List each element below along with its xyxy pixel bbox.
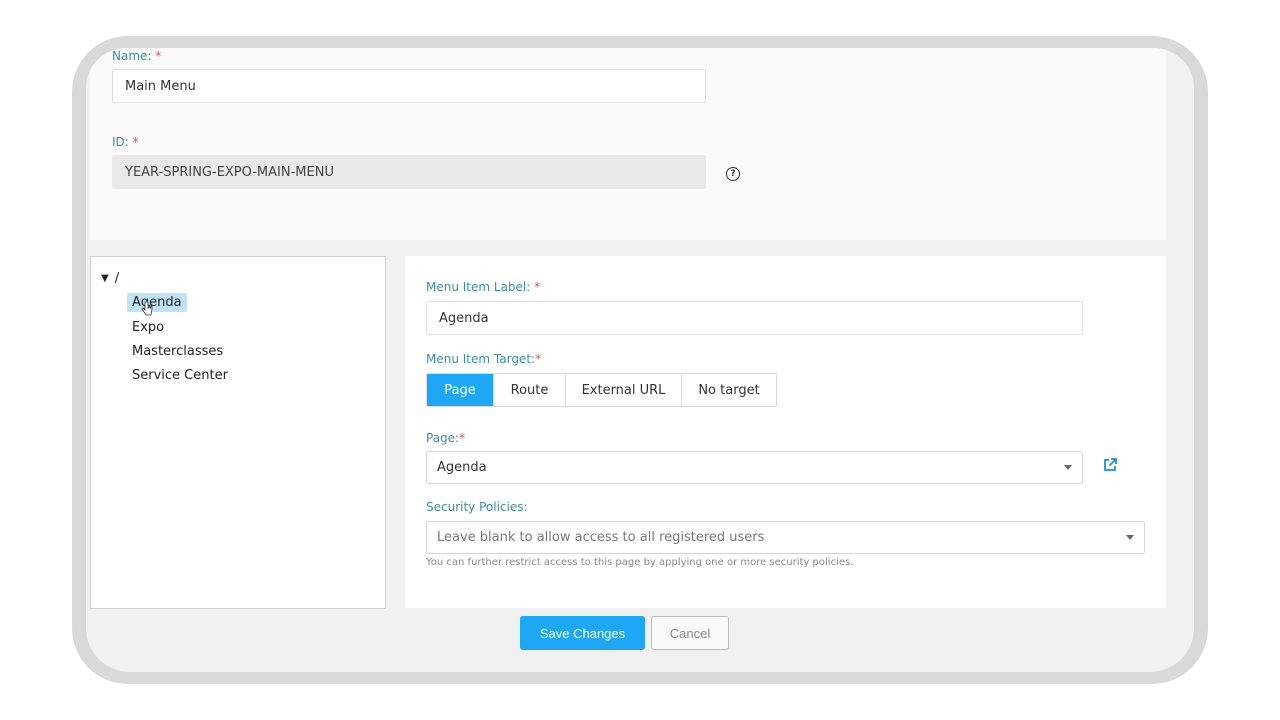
id-input-value: YEAR-SPRING-EXPO-MAIN-MENU — [125, 164, 334, 180]
name-label: Name: * — [112, 49, 161, 63]
security-policies-select[interactable]: Leave blank to allow access to all regis… — [426, 521, 1145, 554]
target-segmented-control: Page Route External URL No target — [426, 373, 777, 407]
target-option-route[interactable]: Route — [494, 374, 566, 406]
menu-item-detail-panel: Menu Item Label: * Agenda Menu Item Targ… — [405, 256, 1166, 608]
menu-item-label-label: Menu Item Label: * — [426, 280, 540, 294]
security-policies-label-text: Security Policies: — [426, 500, 528, 514]
help-icon-glyph: ? — [730, 169, 736, 179]
required-marker: * — [132, 135, 139, 149]
target-option-page[interactable]: Page — [427, 374, 494, 406]
target-option-label: Route — [510, 382, 549, 398]
id-label: ID: * — [112, 135, 139, 149]
required-marker: * — [155, 49, 162, 63]
save-changes-button[interactable]: Save Changes — [520, 616, 645, 650]
tree-item-label: Service Center — [132, 368, 228, 383]
tree-item-label: Agenda — [132, 295, 182, 310]
target-option-no-target[interactable]: No target — [682, 374, 776, 406]
target-option-label: External URL — [581, 382, 666, 398]
tree-root[interactable]: ▼ / — [101, 271, 119, 286]
tree-item-label: Masterclasses — [132, 344, 224, 359]
required-marker: * — [534, 280, 541, 294]
tree-item-masterclasses[interactable]: Masterclasses — [127, 342, 228, 361]
tree-item-expo[interactable]: Expo — [127, 318, 169, 337]
chevron-down-icon — [1064, 465, 1072, 470]
hand-cursor-icon — [141, 301, 153, 316]
app-screen: Name: * Main Menu ID: * YEAR-SPRING-EXPO… — [86, 48, 1194, 672]
menu-item-label-value: Agenda — [439, 310, 489, 326]
id-label-text: ID: — [112, 135, 129, 149]
target-option-external-url[interactable]: External URL — [566, 374, 682, 406]
tree-item-agenda[interactable]: Agenda — [127, 293, 187, 312]
cancel-button[interactable]: Cancel — [651, 616, 729, 650]
caret-down-icon[interactable]: ▼ — [101, 273, 109, 284]
page-select-value: Agenda — [437, 460, 487, 475]
help-icon[interactable]: ? — [726, 167, 740, 181]
target-option-label: Page — [444, 382, 476, 398]
tree-item-service-center[interactable]: Service Center — [127, 366, 233, 385]
target-option-label: No target — [698, 382, 760, 398]
chevron-down-icon — [1126, 535, 1134, 540]
required-marker: * — [459, 431, 466, 445]
menu-tree-panel: ▼ / Agenda Expo Masterclasses Service Ce… — [90, 256, 386, 609]
menu-item-target-text: Menu Item Target: — [426, 352, 536, 366]
page-select[interactable]: Agenda — [426, 451, 1083, 484]
menu-properties-panel: Name: * Main Menu ID: * YEAR-SPRING-EXPO… — [90, 48, 1166, 240]
id-input: YEAR-SPRING-EXPO-MAIN-MENU — [112, 155, 706, 189]
menu-item-target-label: Menu Item Target:* — [426, 352, 541, 366]
tree-item-label: Expo — [132, 320, 165, 335]
page-label-text: Page: — [426, 431, 460, 445]
security-policies-label: Security Policies: — [426, 500, 528, 514]
page-label: Page:* — [426, 431, 465, 445]
external-link-icon[interactable] — [1103, 458, 1117, 472]
menu-item-label-text: Menu Item Label: — [426, 280, 531, 294]
tree-root-label: / — [114, 271, 120, 286]
required-marker: * — [535, 352, 542, 366]
security-policies-placeholder: Leave blank to allow access to all regis… — [437, 530, 765, 545]
name-input[interactable]: Main Menu — [112, 69, 706, 103]
menu-item-label-input[interactable]: Agenda — [426, 301, 1083, 335]
security-policies-hint: You can further restrict access to this … — [426, 557, 854, 568]
name-label-text: Name: — [112, 49, 152, 63]
name-input-value: Main Menu — [125, 78, 196, 94]
